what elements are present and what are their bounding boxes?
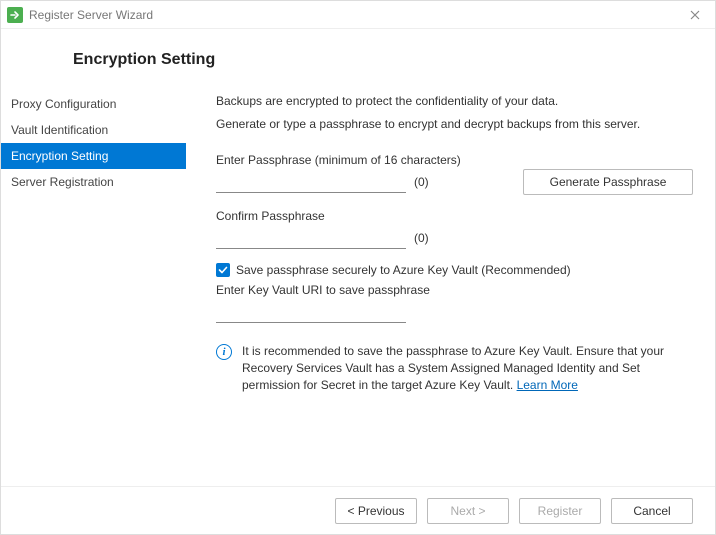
save-to-keyvault-checkbox[interactable] (216, 263, 230, 277)
wizard-window: Register Server Wizard Encryption Settin… (0, 0, 716, 535)
sidebar-item-vault[interactable]: Vault Identification (1, 117, 186, 143)
footer: < Previous Next > Register Cancel (1, 486, 715, 534)
header: Encryption Setting (1, 29, 715, 81)
intro-line-1: Backups are encrypted to protect the con… (216, 93, 693, 110)
app-icon (7, 7, 23, 23)
page-title: Encryption Setting (73, 51, 715, 69)
enter-passphrase-count: (0) (414, 175, 429, 189)
enter-passphrase-label: Enter Passphrase (minimum of 16 characte… (216, 153, 461, 167)
info-icon: i (216, 344, 232, 360)
sidebar-item-encryption[interactable]: Encryption Setting (1, 143, 186, 169)
close-button[interactable] (681, 5, 709, 25)
confirm-passphrase-input[interactable] (216, 227, 406, 249)
body: Proxy Configuration Vault Identification… (1, 81, 715, 486)
cancel-button[interactable]: Cancel (611, 498, 693, 524)
sidebar: Proxy Configuration Vault Identification… (1, 81, 186, 486)
content: Backups are encrypted to protect the con… (186, 81, 715, 486)
close-icon (689, 9, 701, 21)
titlebar: Register Server Wizard (1, 1, 715, 29)
sidebar-item-registration[interactable]: Server Registration (1, 169, 186, 195)
sidebar-item-label: Server Registration (11, 175, 114, 189)
confirm-passphrase-count: (0) (414, 231, 429, 245)
save-to-keyvault-label: Save passphrase securely to Azure Key Va… (236, 263, 571, 277)
learn-more-link[interactable]: Learn More (517, 378, 578, 392)
info-text-body: It is recommended to save the passphrase… (242, 344, 664, 393)
intro-line-2: Generate or type a passphrase to encrypt… (216, 116, 693, 133)
next-button[interactable]: Next > (427, 498, 509, 524)
sidebar-item-proxy[interactable]: Proxy Configuration (1, 91, 186, 117)
check-icon (218, 265, 228, 275)
enter-passphrase-input[interactable] (216, 171, 406, 193)
generate-passphrase-button[interactable]: Generate Passphrase (523, 169, 693, 195)
keyvault-uri-label: Enter Key Vault URI to save passphrase (216, 283, 693, 297)
previous-button[interactable]: < Previous (335, 498, 417, 524)
register-button[interactable]: Register (519, 498, 601, 524)
keyvault-uri-input[interactable] (216, 301, 406, 323)
info-text: It is recommended to save the passphrase… (242, 343, 693, 395)
sidebar-item-label: Encryption Setting (11, 149, 108, 163)
confirm-passphrase-label: Confirm Passphrase (216, 209, 693, 223)
sidebar-item-label: Proxy Configuration (11, 97, 116, 111)
sidebar-item-label: Vault Identification (11, 123, 108, 137)
window-title: Register Server Wizard (29, 8, 681, 22)
